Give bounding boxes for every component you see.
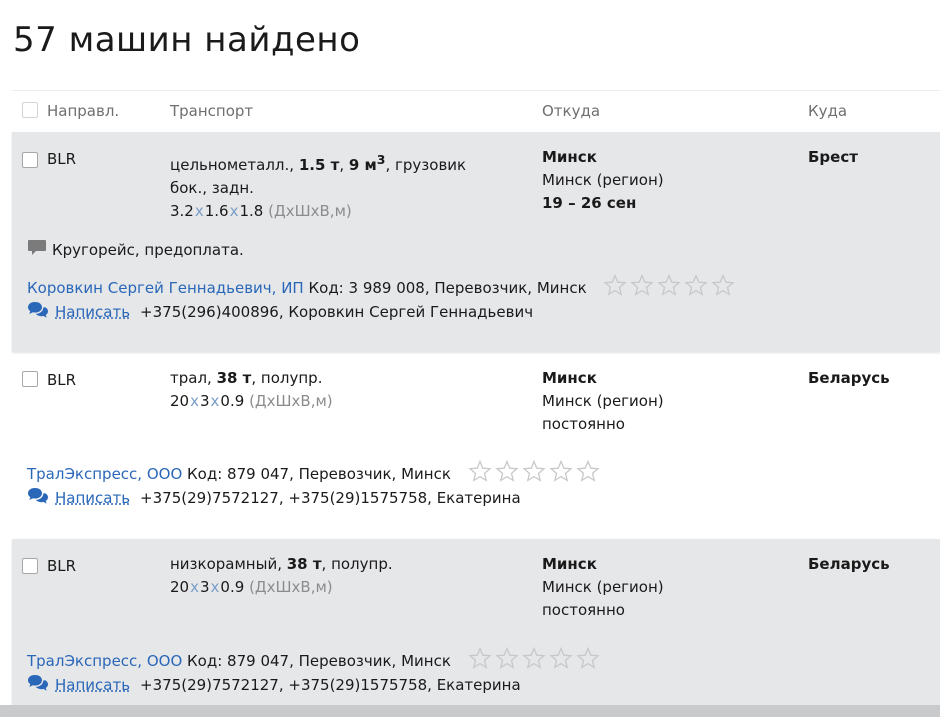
company-info: Код: 879 047, Перевозчик, Минск bbox=[182, 465, 451, 483]
direction-code: BLR bbox=[47, 150, 77, 168]
origin-region: Минск (регион) bbox=[542, 392, 664, 410]
table-header: Направл. Транспорт Откуда Куда bbox=[12, 92, 940, 132]
page-title: 57 машин найдено bbox=[13, 20, 361, 60]
company-line: Коровкин Сергей Геннадьевич, ИП Код: 3 9… bbox=[27, 273, 738, 300]
star-outline-icon bbox=[576, 459, 600, 482]
transport-info: цельнометалл., 1.5 т, 9 м3, грузовик бок… bbox=[170, 148, 530, 223]
speech-bubble-icon bbox=[27, 239, 47, 261]
star-outline-icon bbox=[549, 646, 573, 669]
select-all-checkbox[interactable] bbox=[22, 102, 38, 118]
star-outline-icon bbox=[711, 273, 736, 296]
star-outline-icon bbox=[495, 646, 519, 669]
chat-bubbles-icon[interactable] bbox=[27, 487, 49, 509]
row-checkbox[interactable] bbox=[22, 152, 38, 168]
star-outline-icon bbox=[684, 273, 709, 296]
column-header-transport[interactable]: Транспорт bbox=[170, 102, 253, 120]
contact-line: Написать +375(296)400896, Коровкин Сергей… bbox=[27, 301, 533, 323]
chat-bubbles-icon[interactable] bbox=[27, 674, 49, 696]
company-info: Код: 3 989 008, Перевозчик, Минск bbox=[303, 279, 587, 297]
origin-region: Минск (регион) bbox=[542, 171, 664, 189]
column-header-from[interactable]: Откуда bbox=[542, 102, 600, 120]
company-link[interactable]: Коровкин Сергей Геннадьевич, ИП bbox=[27, 279, 304, 297]
star-outline-icon bbox=[630, 273, 655, 296]
star-outline-icon bbox=[603, 273, 628, 296]
divider bbox=[12, 90, 940, 91]
direction-code: BLR bbox=[47, 371, 77, 389]
row-checkbox[interactable] bbox=[22, 558, 38, 574]
contact-line: Написать +375(29)7572127, +375(29)1575758… bbox=[27, 674, 521, 696]
transport-dimensions: 3.2x1.6x1.8 (ДхШхВ,м) bbox=[170, 202, 352, 220]
company-info: Код: 879 047, Перевозчик, Минск bbox=[182, 652, 451, 670]
star-outline-icon bbox=[522, 646, 546, 669]
column-header-to[interactable]: Куда bbox=[808, 102, 847, 120]
table-row[interactable]: BLR низкорамный, 38 т, полупр. 20x3x0.9 … bbox=[12, 539, 940, 705]
origin-city: Минск bbox=[542, 369, 597, 387]
write-message-link[interactable]: Написать bbox=[55, 303, 130, 321]
direction-code: BLR bbox=[47, 557, 77, 575]
search-results-page: 57 машин найдено Направл. Транспорт Отку… bbox=[0, 0, 940, 717]
rating-stars[interactable] bbox=[468, 459, 603, 486]
origin-info: Минск Минск (регион) 19 – 26 сен bbox=[542, 146, 664, 215]
star-outline-icon bbox=[657, 273, 682, 296]
transport-line-2: бок., задн. bbox=[170, 179, 254, 197]
company-line: ТралЭкспресс, ООО Код: 879 047, Перевозч… bbox=[27, 646, 603, 673]
transport-line-1: трал, 38 т, полупр. bbox=[170, 369, 323, 387]
origin-city: Минск bbox=[542, 148, 597, 166]
transport-info: трал, 38 т, полупр. 20x3x0.9 (ДхШхВ,м) bbox=[170, 367, 530, 413]
load-dates: постоянно bbox=[542, 601, 625, 619]
destination: Брест bbox=[808, 148, 858, 166]
rating-stars[interactable] bbox=[468, 646, 603, 673]
table-row[interactable]: BLR трал, 38 т, полупр. 20x3x0.9 (ДхШхВ,… bbox=[12, 353, 940, 533]
star-outline-icon bbox=[495, 459, 519, 482]
transport-dimensions: 20x3x0.9 (ДхШхВ,м) bbox=[170, 392, 333, 410]
star-outline-icon bbox=[522, 459, 546, 482]
table-row[interactable]: BLR цельнометалл., 1.5 т, 9 м3, грузовик… bbox=[12, 132, 940, 352]
load-dates: постоянно bbox=[542, 415, 625, 433]
star-outline-icon bbox=[468, 459, 492, 482]
phone-numbers: +375(296)400896, Коровкин Сергей Геннадь… bbox=[140, 303, 534, 321]
transport-info: низкорамный, 38 т, полупр. 20x3x0.9 (ДхШ… bbox=[170, 553, 530, 599]
transport-line-1: низкорамный, 38 т, полупр. bbox=[170, 555, 393, 573]
origin-region: Минск (регион) bbox=[542, 578, 664, 596]
load-dates: 19 – 26 сен bbox=[542, 194, 637, 212]
phone-numbers: +375(29)7572127, +375(29)1575758, Екатер… bbox=[140, 676, 521, 694]
column-header-direction[interactable]: Направл. bbox=[47, 102, 119, 120]
origin-city: Минск bbox=[542, 555, 597, 573]
company-link[interactable]: ТралЭкспресс, ООО bbox=[27, 465, 182, 483]
star-outline-icon bbox=[549, 459, 573, 482]
star-outline-icon bbox=[576, 646, 600, 669]
row-note: Кругорейс, предоплата. bbox=[27, 239, 244, 261]
transport-dimensions: 20x3x0.9 (ДхШхВ,м) bbox=[170, 578, 333, 596]
phone-numbers: +375(29)7572127, +375(29)1575758, Екатер… bbox=[140, 489, 521, 507]
horizontal-scrollbar[interactable] bbox=[0, 705, 940, 717]
destination: Беларусь bbox=[808, 555, 890, 573]
chat-bubbles-icon[interactable] bbox=[27, 301, 49, 323]
transport-line-1: цельнометалл., 1.5 т, 9 м3, грузовик bbox=[170, 152, 467, 174]
destination: Беларусь bbox=[808, 369, 890, 387]
company-link[interactable]: ТралЭкспресс, ООО bbox=[27, 652, 182, 670]
row-checkbox[interactable] bbox=[22, 371, 38, 387]
star-outline-icon bbox=[468, 646, 492, 669]
write-message-link[interactable]: Написать bbox=[55, 676, 130, 694]
company-line: ТралЭкспресс, ООО Код: 879 047, Перевозч… bbox=[27, 459, 603, 486]
origin-info: Минск Минск (регион) постоянно bbox=[542, 553, 664, 622]
origin-info: Минск Минск (регион) постоянно bbox=[542, 367, 664, 436]
rating-stars[interactable] bbox=[603, 273, 738, 300]
write-message-link[interactable]: Написать bbox=[55, 489, 130, 507]
contact-line: Написать +375(29)7572127, +375(29)1575758… bbox=[27, 487, 521, 509]
